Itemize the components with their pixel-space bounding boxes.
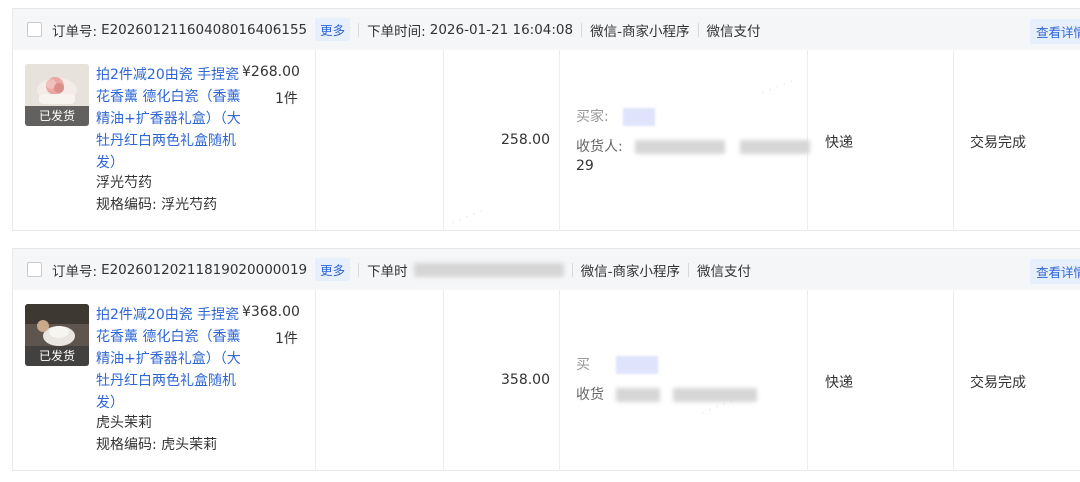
- order-status: 交易完成: [970, 375, 1026, 391]
- order-no: E20260120211819020000019: [101, 261, 308, 278]
- product-price: ¥368.00: [242, 304, 300, 320]
- column-divider: [953, 50, 954, 231]
- receiver-info: 收货人:: [576, 136, 810, 156]
- divider: [688, 262, 690, 277]
- divider: [358, 262, 360, 277]
- shipped-badge: 已发货: [25, 346, 89, 366]
- order-card: 订单号: E20260120211819020000019 更多 下单时 微信-…: [12, 248, 1080, 471]
- divider: [571, 262, 573, 277]
- product-sku: 规格编码: 浮光芍药: [96, 197, 218, 213]
- product-title-link[interactable]: 拍2件减20由瓷 手捏瓷花香薰 德化白瓷（香薰精油+扩香器礼盒）（大牡丹红白两色…: [96, 304, 244, 414]
- buyer-name-redacted[interactable]: [616, 356, 659, 374]
- product-variant: 浮光芍药: [96, 175, 152, 191]
- product-image[interactable]: 已发货: [25, 64, 89, 126]
- paid-amount: 358.00: [501, 372, 550, 388]
- buyer-label: 买: [576, 357, 590, 373]
- order-time-redacted: [413, 262, 564, 277]
- order-no: E20260121160408016406155: [101, 21, 308, 38]
- receiver-name-redacted: [616, 388, 661, 402]
- view-detail-link[interactable]: 查看详情: [1029, 259, 1080, 284]
- product-title-link[interactable]: 拍2件减20由瓷 手捏瓷花香薰 德化白瓷（香薰精油+扩香器礼盒）（大牡丹红白两色…: [96, 64, 244, 174]
- order-select-checkbox[interactable]: [27, 262, 42, 277]
- more-button[interactable]: 更多: [315, 258, 351, 281]
- order-card: 订单号: E20260121160408016406155 更多 下单时间: 2…: [12, 8, 1080, 231]
- payment-method: 微信支付: [706, 23, 761, 40]
- more-button[interactable]: 更多: [315, 18, 351, 41]
- buyer-name-redacted[interactable]: [623, 108, 656, 126]
- order-header: 订单号: E20260120211819020000019 更多 下单时 微信-…: [13, 249, 1080, 290]
- order-time-label: 下单时: [367, 263, 408, 280]
- column-divider: [315, 50, 316, 231]
- view-detail-link[interactable]: 查看详情: [1029, 19, 1080, 44]
- receiver-extra: 29: [576, 158, 594, 174]
- buyer-info: 买: [576, 354, 659, 374]
- order-channel: 微信-商家小程序: [590, 23, 690, 40]
- order-channel: 微信-商家小程序: [580, 263, 681, 280]
- payment-method: 微信支付: [697, 263, 752, 280]
- divider: [697, 22, 699, 37]
- order-header: 订单号: E20260121160408016406155 更多 下单时间: 2…: [13, 9, 1080, 50]
- column-divider: [443, 50, 444, 231]
- product-sku: 规格编码: 虎头茉莉: [96, 437, 218, 453]
- receiver-phone-redacted: [739, 140, 810, 154]
- product-image[interactable]: 已发货: [25, 304, 89, 366]
- order-body: 已发货 拍2件减20由瓷 手捏瓷花香薰 德化白瓷（香薰精油+扩香器礼盒）（大牡丹…: [13, 290, 1080, 471]
- column-divider: [953, 290, 954, 471]
- product-price: ¥268.00: [242, 64, 300, 80]
- buyer-label: 买家:: [576, 109, 609, 125]
- column-divider: [315, 290, 316, 471]
- order-no-label: 订单号:: [52, 23, 98, 40]
- order-status: 交易完成: [970, 135, 1026, 151]
- shipping-method: 快递: [825, 135, 853, 151]
- receiver-info: 收货: [576, 384, 757, 404]
- order-time: 2026-01-21 16:04:08: [429, 21, 574, 38]
- shipping-method: 快递: [825, 375, 853, 391]
- product-qty: 1件: [275, 91, 298, 107]
- receiver-name-redacted: [635, 140, 726, 154]
- column-divider: [443, 290, 444, 471]
- receiver-phone-redacted: [672, 388, 757, 402]
- column-divider: [559, 50, 560, 231]
- product-variant: 虎头茉莉: [96, 415, 152, 431]
- shipped-badge: 已发货: [25, 106, 89, 126]
- column-divider: [559, 290, 560, 471]
- paid-amount: 258.00: [501, 132, 550, 148]
- divider: [581, 22, 583, 37]
- order-body: 已发货 拍2件减20由瓷 手捏瓷花香薰 德化白瓷（香薰精油+扩香器礼盒）（大牡丹…: [13, 50, 1080, 231]
- product-qty: 1件: [275, 331, 298, 347]
- column-divider: [807, 290, 808, 471]
- order-select-checkbox[interactable]: [27, 22, 42, 37]
- divider: [358, 22, 360, 37]
- receiver-label: 收货人:: [576, 139, 623, 155]
- order-time-label: 下单时间:: [367, 23, 426, 40]
- buyer-info: 买家:: [576, 106, 656, 126]
- order-no-label: 订单号:: [52, 263, 98, 280]
- receiver-label: 收货: [576, 387, 604, 403]
